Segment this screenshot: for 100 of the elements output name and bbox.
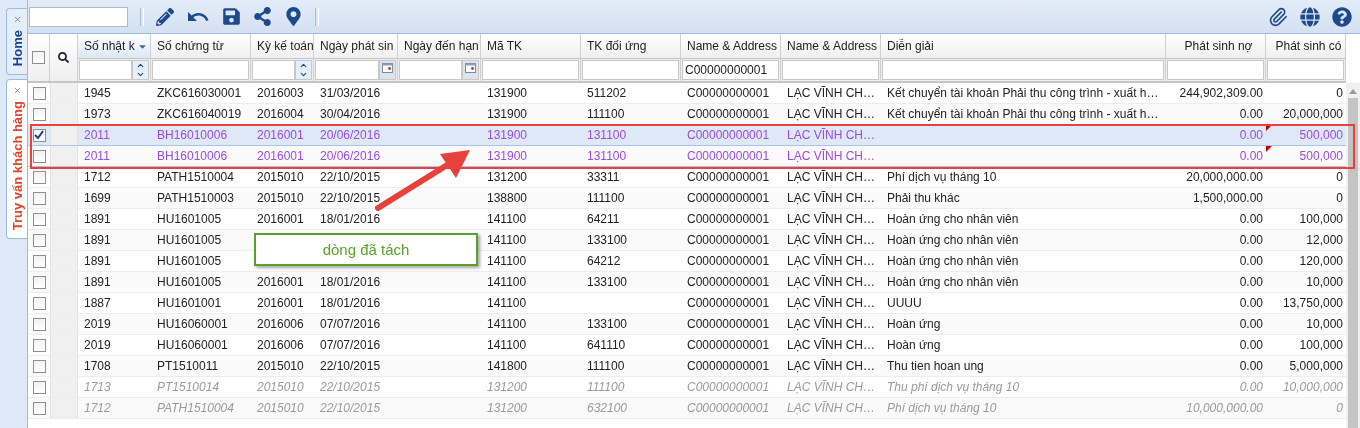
table-cell: 0.00 xyxy=(1239,338,1263,352)
table-cell: 10,000,000 xyxy=(1282,380,1343,394)
table-cell: C00000000001 xyxy=(687,233,770,247)
table-cell: HU16060001 xyxy=(157,317,228,331)
table-cell: 20,000,000 xyxy=(1282,107,1343,121)
table-cell: C00000000001 xyxy=(687,380,770,394)
table-cell: 141100 xyxy=(487,233,527,247)
table-cell: ZKC616030001 xyxy=(157,86,242,100)
table-cell: UUUU xyxy=(887,296,922,310)
table-cell: 0.00 xyxy=(1239,275,1263,289)
table-cell: 20/06/2016 xyxy=(320,128,381,142)
table-cell: 131900 xyxy=(487,149,528,163)
table-cell: 0.00 xyxy=(1239,359,1263,373)
table-cell: HU1601005 xyxy=(157,254,222,268)
table-cell: 2015010 xyxy=(257,191,304,205)
table-cell: C00000000001 xyxy=(687,149,770,163)
table-cell: LẠC VĨNH CH… xyxy=(787,107,875,121)
table-cell: 2016001 xyxy=(257,296,304,310)
table-cell: 1712 xyxy=(84,170,111,184)
table-cell: PT1510011 xyxy=(157,359,219,373)
table-cell: LẠC VĨNH CH… xyxy=(787,275,875,289)
table-cell: 1945 xyxy=(84,86,111,100)
table-cell: 2015010 xyxy=(257,401,304,415)
table-cell: 131900 xyxy=(487,86,528,100)
table-cell: 131100 xyxy=(587,149,627,163)
table-cell: LẠC VĨNH CH… xyxy=(787,149,875,163)
table-cell: 0.00 xyxy=(1239,317,1263,331)
table-cell: C00000000001 xyxy=(687,401,770,415)
table-cell: HU1601005 xyxy=(157,212,222,226)
table-cell: 10,000,000.00 xyxy=(1186,401,1263,415)
table-cell: ZKC616040019 xyxy=(157,107,242,121)
table-cell: 0 xyxy=(1336,86,1343,100)
table-cell: PATH1510004 xyxy=(157,170,234,184)
table-cell: 641110 xyxy=(587,338,626,352)
table-cell: 511202 xyxy=(587,86,627,100)
table-cell: LẠC VĨNH CH… xyxy=(787,191,875,205)
table-cell: 33311 xyxy=(587,170,620,184)
table-cell: HU1601005 xyxy=(157,275,222,289)
table-cell: 2016006 xyxy=(257,317,304,331)
table-cell: C00000000001 xyxy=(687,212,770,226)
table-cell: 141100 xyxy=(487,338,527,352)
table-cell: 12,000 xyxy=(1306,233,1343,247)
table-cell: Hoàn ứng cho nhân viên xyxy=(887,275,1019,289)
table-cell: PT1510014 xyxy=(157,380,220,394)
table-cell: 138800 xyxy=(487,191,528,205)
table-cell: 0.00 xyxy=(1239,296,1263,310)
table-cell: 131200 xyxy=(487,170,528,184)
table-cell: 0.00 xyxy=(1239,254,1263,268)
table-cell: 2015010 xyxy=(257,170,304,184)
table-cell: 100,000 xyxy=(1299,212,1343,226)
table-cell: 31/03/2016 xyxy=(320,86,381,100)
table-cell: 141100 xyxy=(487,317,527,331)
table-cell: LẠC VĨNH CH… xyxy=(787,359,875,373)
table-cell: 18/01/2016 xyxy=(320,296,381,310)
table-cell: C00000000001 xyxy=(687,359,770,373)
table-cell: 30/04/2016 xyxy=(320,107,381,121)
table-cell: Hoàn ứng xyxy=(887,317,941,331)
table-cell: C00000000001 xyxy=(687,296,770,310)
table-cell: 0.00 xyxy=(1239,107,1263,121)
table-cell: Thu tien hoan ung xyxy=(887,359,984,373)
table-cell: 141100 xyxy=(487,254,527,268)
table-cell: LẠC VĨNH CH… xyxy=(787,254,875,268)
table-cell: 120,000 xyxy=(1299,254,1343,268)
table-cell: Hoàn ứng cho nhân viên xyxy=(887,212,1019,226)
table-cell: 2011 xyxy=(84,128,110,142)
table-cell: 0 xyxy=(1336,401,1343,415)
table-cell: LẠC VĨNH CH… xyxy=(787,296,875,310)
table-cell: 500,000 xyxy=(1299,128,1343,142)
table-cell: C00000000001 xyxy=(687,254,770,268)
table-cell: 2016003 xyxy=(257,86,304,100)
table-cell: 2011 xyxy=(84,149,110,163)
table-cell: PATH1510003 xyxy=(157,191,234,205)
table-cell: LẠC VĨNH CH… xyxy=(787,233,875,247)
table-cell: 64211 xyxy=(587,212,620,226)
table-cell: 133100 xyxy=(587,233,628,247)
table-cell: 1891 xyxy=(84,254,111,268)
table-cell: 07/07/2016 xyxy=(320,317,381,331)
table-cell: 22/10/2015 xyxy=(320,170,381,184)
table-cell: 2016001 xyxy=(257,212,304,226)
table-cell: 13,750,000 xyxy=(1282,296,1343,310)
table-cell: 18/01/2016 xyxy=(320,275,381,289)
table-cell: Phải thu khác xyxy=(887,191,960,205)
table-cell: 18/01/2016 xyxy=(320,212,381,226)
table-cell: 2015010 xyxy=(257,380,304,394)
table-cell: 2016001 xyxy=(257,275,304,289)
note-tooltip: dòng đã tách xyxy=(254,233,478,266)
table-cell: 22/10/2015 xyxy=(320,191,381,205)
table-cell: 111100 xyxy=(587,380,625,394)
table-cell: 07/07/2016 xyxy=(320,338,381,352)
table-cell: 111100 xyxy=(587,107,625,121)
table-cell: 1973 xyxy=(84,107,111,121)
table-cell: Hoàn ứng cho nhân viên xyxy=(887,254,1019,268)
table-cell: C00000000001 xyxy=(687,191,770,205)
table-cell: BH16010006 xyxy=(157,128,228,142)
table-cell: HU1601001 xyxy=(157,296,222,310)
table-cell: Thu phí dịch vụ tháng 10 xyxy=(887,380,1020,394)
table-cell: C00000000001 xyxy=(687,170,770,184)
table-cell: BH16010006 xyxy=(157,149,228,163)
table-cell: 22/10/2015 xyxy=(320,401,381,415)
table-cell: 632100 xyxy=(587,401,628,415)
